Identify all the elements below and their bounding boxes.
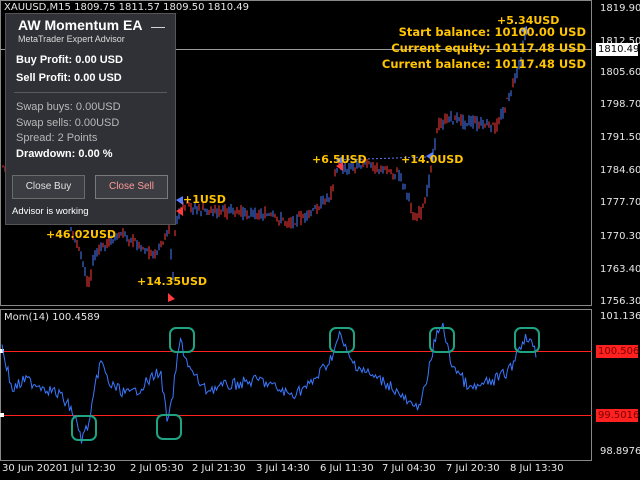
current-balance: Current balance: 10117.48 USD bbox=[381, 57, 586, 71]
indicator-axis-label: 98.8976 bbox=[600, 446, 640, 457]
price-axis-label: 1784.60 bbox=[600, 165, 640, 176]
time-axis-label: 2 Jul 05:30 bbox=[130, 463, 184, 474]
time-axis-label: 3 Jul 14:30 bbox=[256, 463, 310, 474]
swap-buys: Swap buys: 0.00USD bbox=[16, 101, 121, 113]
price-axis-label: 1819.90 bbox=[600, 3, 640, 14]
spread: Spread: 2 Points bbox=[16, 132, 98, 144]
indicator-level-low-tag: 99.5016 bbox=[596, 409, 640, 422]
price-axis-label: 1770.30 bbox=[600, 231, 640, 242]
time-axis-label: 6 Jul 11:30 bbox=[320, 463, 374, 474]
momentum-line bbox=[1, 322, 537, 444]
start-balance: Start balance: 10100.00 USD bbox=[398, 25, 586, 39]
trade-profit-label: +1USD bbox=[183, 193, 226, 206]
trade-profit-label: +14.0USD bbox=[401, 153, 464, 166]
momentum-line-group bbox=[1, 322, 537, 444]
trade-profit-label: +5.34USD bbox=[497, 14, 560, 27]
indicator-axis-label: 101.1369 bbox=[600, 311, 640, 322]
ea-panel[interactable]: AW Momentum EA MetaTrader Expert Advisor… bbox=[5, 13, 176, 225]
trade-profit-label: +46.02USD bbox=[46, 228, 116, 241]
time-axis-label: 1 Jul 12:30 bbox=[62, 463, 116, 474]
indicator-level-high-tag: 100.5063 bbox=[596, 345, 640, 358]
panel-divider bbox=[14, 92, 167, 93]
current-equity: Current equity: 10117.48 USD bbox=[391, 41, 586, 55]
panel-subtitle: MetaTrader Expert Advisor bbox=[18, 34, 125, 44]
minimize-icon[interactable]: — bbox=[151, 18, 165, 34]
price-axis-label: 1791.50 bbox=[600, 132, 640, 143]
indicator-label: Mom(14) 100.4589 bbox=[4, 312, 100, 323]
trade-profit-label: +14.35USD bbox=[137, 275, 207, 288]
signal-ring-buy-1 bbox=[71, 415, 97, 441]
time-axis-label: 8 Jul 13:30 bbox=[510, 463, 564, 474]
time-axis-label: 7 Jul 20:30 bbox=[446, 463, 500, 474]
symbol-info: XAUUSD,M15 1809.75 1811.57 1809.50 1810.… bbox=[4, 2, 250, 13]
drawdown: Drawdown: 0.00 % bbox=[16, 148, 113, 160]
current-price-tag: 1810.49 bbox=[596, 43, 640, 56]
price-axis-label: 1756.30 bbox=[600, 296, 640, 307]
signal-ring-buy-2 bbox=[156, 414, 182, 440]
arrow-buy-icon bbox=[176, 196, 183, 205]
advisor-status: Advisor is working bbox=[12, 206, 89, 217]
chart-window[interactable]: XAUUSD,M15 1809.75 1811.57 1809.50 1810.… bbox=[0, 0, 640, 480]
buy-profit: Buy Profit: 0.00 USD bbox=[16, 54, 123, 66]
time-axis-label: 2 Jul 21:30 bbox=[192, 463, 246, 474]
trade-profit-label: +6.5USD bbox=[312, 153, 367, 166]
time-axis-label: 30 Jun 2020 bbox=[2, 463, 63, 474]
price-axis-label: 1763.40 bbox=[600, 264, 640, 275]
close-sell-button[interactable]: Close Sell bbox=[95, 175, 168, 199]
indicator-pane-border bbox=[0, 309, 592, 461]
sell-profit: Sell Profit: 0.00 USD bbox=[16, 72, 122, 84]
level-low-handle[interactable] bbox=[0, 413, 4, 417]
close-buy-button[interactable]: Close Buy bbox=[12, 175, 85, 199]
price-axis-label: 1777.70 bbox=[600, 197, 640, 208]
time-axis-label: 7 Jul 04:30 bbox=[382, 463, 436, 474]
price-axis-label: 1798.70 bbox=[600, 99, 640, 110]
swap-sells: Swap sells: 0.00USD bbox=[16, 117, 120, 129]
panel-title: AW Momentum EA bbox=[18, 17, 143, 33]
arrow-sell-icon bbox=[168, 293, 175, 302]
signal-ring-sell-1 bbox=[169, 327, 195, 353]
price-axis-label: 1805.60 bbox=[600, 67, 640, 78]
